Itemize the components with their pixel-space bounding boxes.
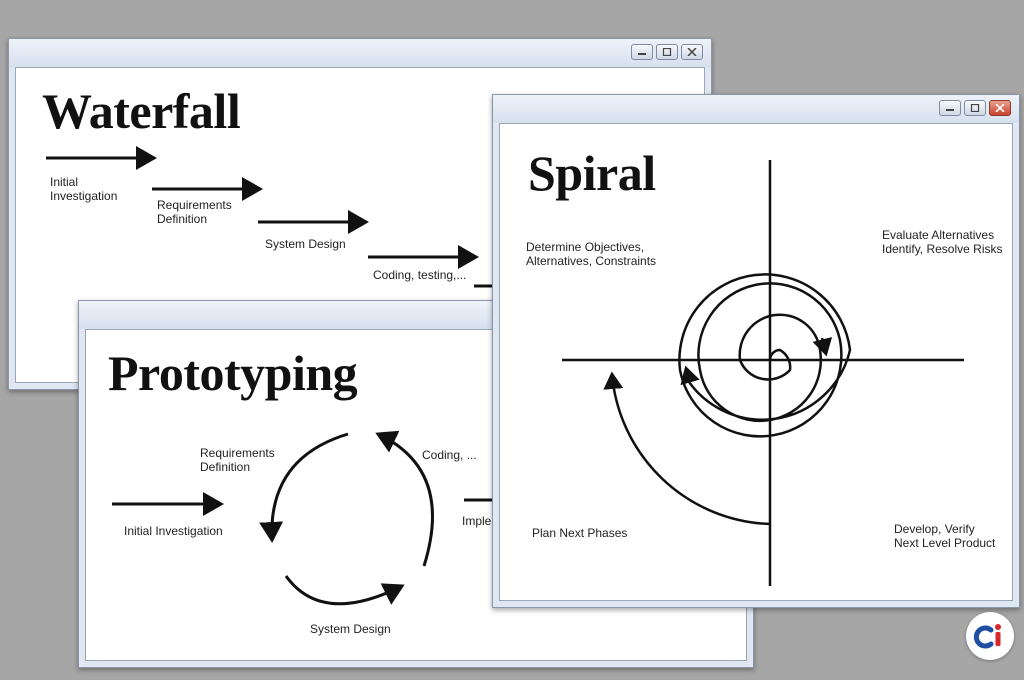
waterfall-titlebar[interactable] <box>9 39 711 67</box>
spiral-quadrant-top-right: Evaluate Alternatives Identify, Resolve … <box>882 228 1003 256</box>
prototyping-coding-label: Coding, ... <box>422 448 477 462</box>
prototyping-arc-bottom <box>284 575 405 606</box>
waterfall-window-controls <box>631 44 703 60</box>
waterfall-step-label: System Design <box>265 237 346 251</box>
prototyping-initial-label: Initial Investigation <box>124 524 223 538</box>
prototyping-implementation-label: Imple <box>462 514 492 528</box>
brand-logo <box>966 612 1014 660</box>
maximize-icon[interactable] <box>656 44 678 60</box>
maximize-icon[interactable] <box>964 100 986 116</box>
prototyping-requirements-label: Requirements Definition <box>200 446 275 474</box>
spiral-inner-arrow <box>812 337 833 357</box>
waterfall-step-label: Requirements Definition <box>157 198 232 226</box>
spiral-quadrant-bottom-left: Plan Next Phases <box>532 526 628 540</box>
prototyping-arc-left <box>259 432 349 543</box>
minimize-icon[interactable] <box>631 44 653 60</box>
spiral-window[interactable]: Spiral Determine Objectives, Alternative… <box>492 94 1020 608</box>
spiral-curve <box>678 273 852 438</box>
waterfall-step-label: Initial Investigation <box>50 175 118 203</box>
close-icon[interactable] <box>989 100 1011 116</box>
spiral-window-controls <box>939 100 1011 116</box>
spiral-quadrant-bottom-right: Develop, Verify Next Level Product <box>894 522 996 550</box>
close-icon[interactable] <box>681 44 703 60</box>
spiral-canvas: Spiral Determine Objectives, Alternative… <box>499 123 1013 601</box>
spiral-quadrant-top-left: Determine Objectives, Alternatives, Cons… <box>526 240 657 268</box>
ci-logo-icon <box>973 624 1001 649</box>
prototyping-system-design-label: System Design <box>310 622 391 636</box>
minimize-icon[interactable] <box>939 100 961 116</box>
waterfall-step-label: Coding, testing,... <box>373 268 467 282</box>
